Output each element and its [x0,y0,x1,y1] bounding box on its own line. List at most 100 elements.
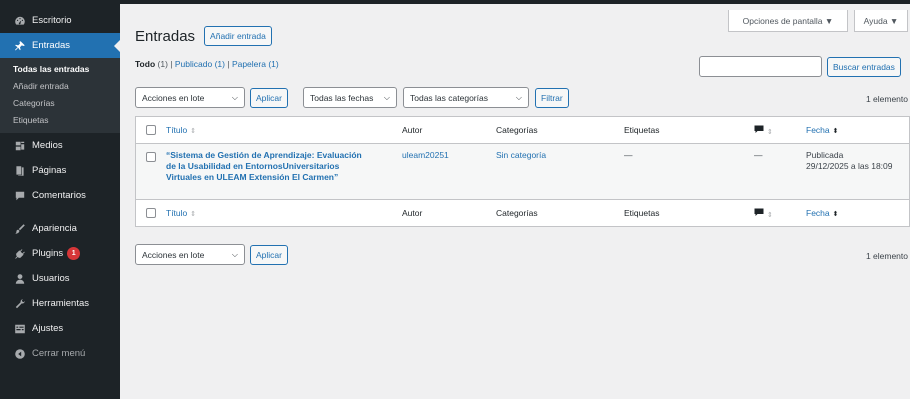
sidebar-item-herramientas[interactable]: Herramientas [0,291,120,316]
select-value: Todas las fechas [310,92,374,103]
sidebar-item-label: Entradas [32,40,71,51]
date-filter-select[interactable]: Todas las fechas ⌵ [303,87,397,108]
apply-button-top[interactable]: Aplicar [250,88,288,108]
add-post-button[interactable]: Añadir entrada [204,26,272,46]
admin-sidebar: Escritorio Entradas Todas las entradas A… [0,4,120,399]
posts-table: Título ⇕ Autor Categorías Etiquetas ⇕ Fec… [135,116,910,227]
sort-icon: ⇕ [767,212,773,219]
filter-published[interactable]: Publicado (1) [175,59,225,69]
screen-options-button[interactable]: Opciones de pantalla ▼ [728,10,848,32]
page-title: Entradas [135,27,196,45]
media-icon [13,139,26,152]
column-tags-footer: Etiquetas [624,208,660,218]
post-comments: — [754,150,763,160]
bulk-actions-select-bottom[interactable]: Acciones en lote ⌵ [135,244,245,265]
sort-icon: ⬍ [832,128,839,135]
filter-all[interactable]: Todo [135,59,155,69]
sidebar-item-paginas[interactable]: Páginas [0,158,120,183]
sidebar-item-label: Páginas [32,165,67,176]
sidebar-item-label: Plugins [32,248,64,259]
submenu-item-add-post[interactable]: Añadir entrada [0,78,120,95]
sort-icon: ⇕ [190,211,197,218]
column-categories-header: Categorías [496,125,538,135]
submenu-item-tags[interactable]: Etiquetas [0,112,120,129]
collapse-menu-button[interactable]: Cerrar menú [0,341,120,366]
sidebar-item-usuarios[interactable]: Usuarios [0,266,120,291]
sidebar-item-label: Usuarios [32,273,70,284]
column-comments-header[interactable]: ⇕ [754,125,773,136]
comments-icon [754,208,764,216]
sidebar-item-ajustes[interactable]: Ajustes [0,316,120,341]
sort-icon: ⇕ [190,128,197,135]
sidebar-item-escritorio[interactable]: Escritorio [0,8,120,33]
submenu-item-categories[interactable]: Categorías [0,95,120,112]
sidebar-item-label: Apariencia [32,223,77,234]
update-count-badge: 1 [67,247,81,260]
item-count-bottom: 1 elemento [865,251,908,261]
filter-trash[interactable]: Papelera (1) [232,59,279,69]
sidebar-item-plugins[interactable]: Plugins 1 [0,241,120,266]
help-button[interactable]: Ayuda ▼ [854,10,908,32]
column-date-header[interactable]: Fecha ⬍ [806,125,839,135]
select-all-checkbox[interactable] [146,125,156,135]
sidebar-item-label: Herramientas [32,298,90,309]
pushpin-icon [13,39,26,52]
column-date-footer[interactable]: Fecha ⬍ [806,208,839,218]
appearance-icon [13,222,26,235]
filter-button[interactable]: Filtrar [535,88,569,108]
post-category-link[interactable]: Sin categoría [496,150,546,160]
post-date: Publicada 29/12/2025 a las 18:09 [806,150,893,172]
post-tags: — [624,150,633,160]
tools-icon [13,297,26,310]
column-categories-footer: Categorías [496,208,538,218]
pages-icon [13,164,26,177]
page-header: Entradas Añadir entrada [135,26,272,46]
column-tags-header: Etiquetas [624,125,660,135]
column-title-header[interactable]: Título ⇕ [166,125,196,135]
chevron-down-icon: ⌵ [231,92,238,102]
post-author-link[interactable]: uleam20251 [402,150,449,160]
select-value: Todas las categorías [410,92,488,103]
users-icon [13,272,26,285]
column-comments-footer[interactable]: ⇕ [754,208,773,219]
bulk-actions-select-top[interactable]: Acciones en lote ⌵ [135,87,245,108]
status-filters: Todo (1) | Publicado (1) | Papelera (1) [135,59,279,69]
column-title-footer[interactable]: Título ⇕ [166,208,196,218]
sidebar-item-label: Ajustes [32,323,64,334]
collapse-icon [13,347,26,360]
dashboard-icon [13,14,26,27]
filter-all-count: (1) [157,59,168,69]
submenu-item-all-posts[interactable]: Todas las entradas [0,61,120,78]
main-content: Opciones de pantalla ▼ Ayuda ▼ Entradas … [120,4,910,399]
sidebar-item-comentarios[interactable]: Comentarios [0,183,120,208]
table-header: Título ⇕ Autor Categorías Etiquetas ⇕ Fec… [136,117,909,144]
search-posts-button[interactable]: Buscar entradas [827,57,901,77]
sort-icon: ⇕ [767,129,773,136]
column-author-header: Autor [402,125,423,135]
sidebar-item-entradas[interactable]: Entradas [0,33,120,58]
category-filter-select[interactable]: Todas las categorías ⌵ [403,87,529,108]
post-status: Publicada [806,150,844,160]
sort-icon: ⬍ [832,211,839,218]
plugins-icon [13,247,26,260]
select-value: Acciones en lote [142,249,205,260]
post-datetime: 29/12/2025 a las 18:09 [806,161,893,171]
sidebar-item-apariencia[interactable]: Apariencia [0,216,120,241]
chevron-down-icon: ⌵ [515,92,522,102]
comments-icon [13,189,26,202]
search-input[interactable] [699,56,822,77]
post-title-link[interactable]: “Sistema de Gestión de Aprendizaje: Eval… [166,150,394,183]
table-row: “Sistema de Gestión de Aprendizaje: Eval… [136,144,909,199]
comments-icon [754,125,764,133]
chevron-down-icon: ⌵ [231,249,238,259]
row-checkbox[interactable] [146,152,156,162]
sidebar-item-label: Comentarios [32,190,86,201]
settings-icon [13,322,26,335]
apply-button-bottom[interactable]: Aplicar [250,245,288,265]
select-value: Acciones en lote [142,92,205,103]
sidebar-item-medios[interactable]: Medios [0,133,120,158]
sidebar-item-label: Escritorio [32,15,72,26]
separator: | [227,59,230,69]
table-footer: Título ⇕ Autor Categorías Etiquetas ⇕ Fec… [136,199,909,226]
select-all-checkbox-bottom[interactable] [146,208,156,218]
